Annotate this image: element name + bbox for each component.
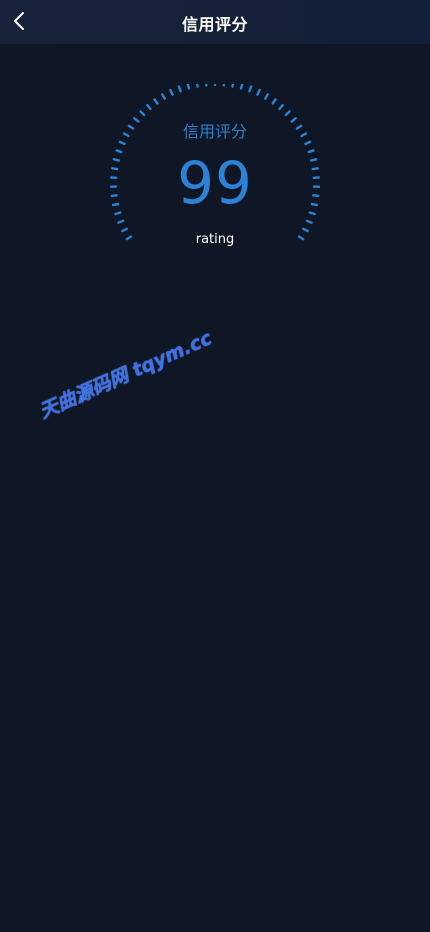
gauge-tick bbox=[271, 98, 277, 105]
gauge-tick bbox=[121, 227, 128, 233]
gauge-tick bbox=[302, 227, 309, 233]
gauge-tick bbox=[278, 103, 284, 111]
gauge-tick bbox=[239, 84, 244, 90]
gauge-tick bbox=[118, 140, 126, 146]
navigation-bar: 信用评分 bbox=[0, 0, 430, 44]
gauge-tick bbox=[304, 140, 312, 146]
gauge-tick bbox=[305, 219, 313, 224]
gauge-tick bbox=[177, 85, 182, 93]
gauge-tick bbox=[161, 93, 166, 100]
gauge-tick bbox=[146, 103, 152, 111]
page-title: 信用评分 bbox=[181, 15, 248, 34]
gauge-tick bbox=[248, 85, 253, 93]
gauge-tick bbox=[153, 98, 159, 105]
gauge-caption: rating bbox=[195, 232, 235, 247]
gauge-tick bbox=[264, 93, 269, 100]
gauge-tick bbox=[186, 84, 191, 90]
gauge-tick bbox=[256, 88, 261, 96]
gauge-tick bbox=[169, 88, 174, 96]
gauge-label: 信用评分 bbox=[182, 122, 247, 141]
gauge-tick bbox=[284, 110, 291, 117]
credit-score-value: 99 bbox=[177, 149, 253, 217]
credit-score-gauge: 信用评分 99 rating bbox=[105, 84, 325, 264]
gauge-tick bbox=[195, 84, 199, 88]
watermark-text: 天曲源码网 tqym.cc bbox=[36, 327, 216, 423]
gauge-tick bbox=[231, 84, 235, 88]
gauge-tick bbox=[117, 219, 125, 224]
gauge-tick bbox=[139, 110, 146, 117]
